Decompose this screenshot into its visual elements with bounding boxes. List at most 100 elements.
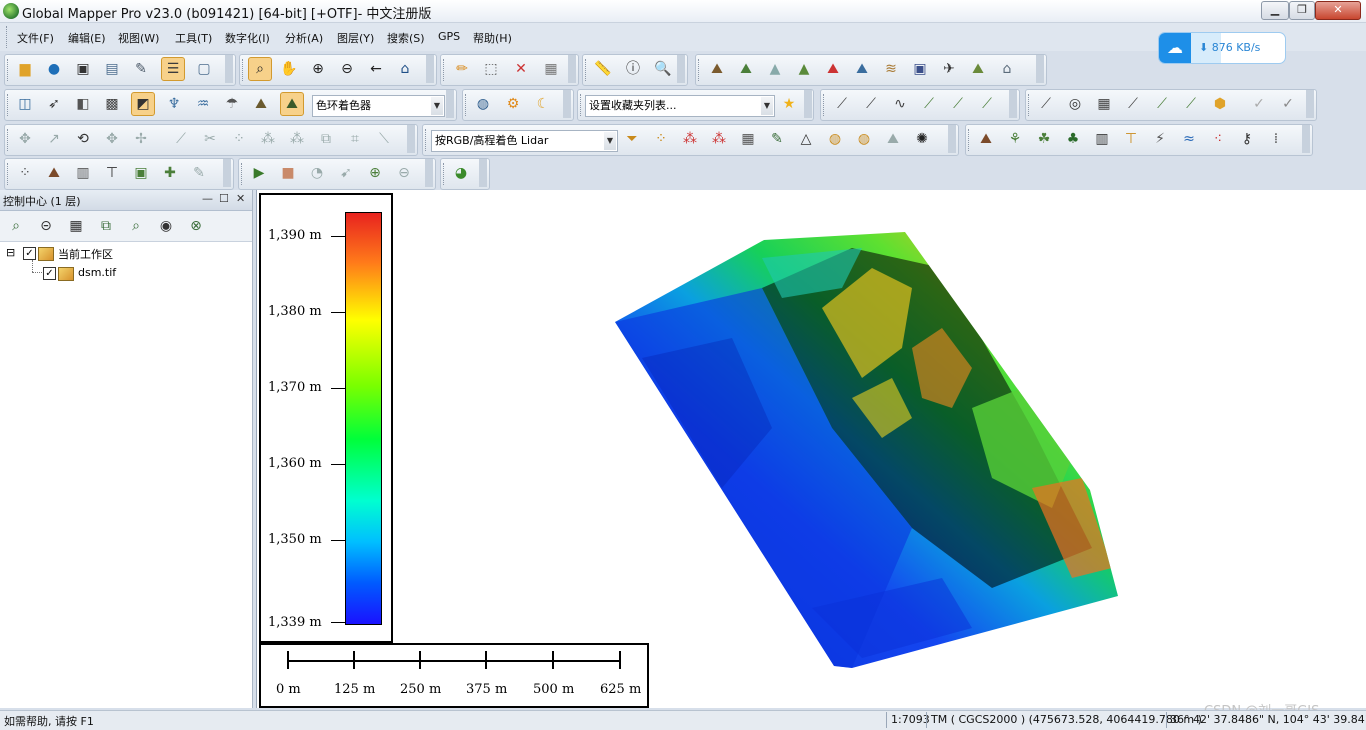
copy-icon[interactable]: ⧉ (315, 128, 337, 150)
triangle-icon[interactable]: △ (795, 128, 817, 150)
light-source-icon[interactable]: ☂ (221, 93, 243, 115)
open-folder-icon[interactable]: ▆ (14, 58, 36, 80)
move-vertex-icon[interactable]: ✥ (101, 128, 123, 150)
menu-tools[interactable]: 工具(T) (175, 30, 212, 46)
puzzle-icon[interactable]: ✚ (159, 162, 181, 184)
layers-toggle-icon[interactable]: ☰ (161, 57, 185, 81)
layer-metadata-icon[interactable]: ⧉ (95, 215, 117, 237)
menu-view[interactable]: 视图(W) (118, 30, 159, 46)
remove-keyframe-icon[interactable]: ⊖ (393, 162, 415, 184)
toolbar-overflow[interactable] (804, 90, 812, 118)
smooth-icon[interactable]: ⟋ (1180, 93, 1202, 115)
lidar-feature-icon[interactable]: ⛰ (882, 128, 904, 150)
filter-funnel-icon[interactable]: ⏷ (621, 128, 643, 150)
toolbar-overflow[interactable] (563, 90, 571, 118)
feature-info-icon[interactable]: 🔍 (652, 58, 674, 80)
flight-path-icon[interactable]: ✈ (938, 58, 960, 80)
toolbar-overflow[interactable] (425, 159, 433, 187)
simplify-icon[interactable]: ⟋ (1151, 93, 1173, 115)
home-icon[interactable]: ⌂ (394, 58, 416, 80)
draw-line-icon[interactable]: ⟋ (831, 93, 853, 115)
save-icon[interactable]: ▣ (72, 58, 94, 80)
menu-help[interactable]: 帮助(H) (473, 30, 512, 46)
add-keyframe-icon[interactable]: ⊕ (364, 162, 386, 184)
maximize-button[interactable]: ❐ (1289, 1, 1315, 20)
favorite-star-icon[interactable]: ★ (778, 93, 800, 115)
favorites-select[interactable]: 设置收藏夹列表... ▼ (585, 95, 775, 117)
elevation-query-icon[interactable]: ⌂ (996, 58, 1018, 80)
low-vegetation-icon[interactable]: ⚘ (1004, 128, 1026, 150)
pencil-icon[interactable]: ✏ (451, 58, 473, 80)
close-panel-button[interactable]: ✕ (236, 192, 245, 205)
eye-icon[interactable]: ◉ (155, 215, 177, 237)
attribute-table-icon[interactable]: ▦ (65, 215, 87, 237)
lidar-grid-icon[interactable]: ▦ (737, 128, 759, 150)
remove-layer-icon[interactable]: ⊗ (185, 215, 207, 237)
volume-icon[interactable]: ▲ (764, 58, 786, 80)
split-line-icon[interactable]: ⟋ (976, 93, 998, 115)
cut-fill-icon[interactable]: ≋ (880, 58, 902, 80)
close-window-button[interactable]: ✕ (1315, 1, 1361, 20)
lidar-points-icon[interactable]: ⁘ (650, 128, 672, 150)
menu-file[interactable]: 文件(F) (17, 30, 54, 46)
export-icon[interactable]: ▤ (101, 58, 123, 80)
lidar-classify-icon[interactable]: ◍ (824, 128, 846, 150)
join-icon[interactable]: ⁂ (286, 128, 308, 150)
float-panel-button[interactable]: ☐ (219, 192, 229, 205)
select-rectangle-icon[interactable]: ⬚ (480, 58, 502, 80)
toolbar-overflow[interactable] (1306, 90, 1314, 118)
lidar-color-icon[interactable]: ◍ (853, 128, 875, 150)
ground-class-icon[interactable]: ⛰ (975, 128, 997, 150)
terrain-paint-icon[interactable]: ▣ (909, 58, 931, 80)
extract-area-icon[interactable]: ▣ (130, 162, 152, 184)
terrain-profile-icon[interactable]: ⛰ (706, 58, 728, 80)
ruler-icon[interactable]: ⟍ (373, 128, 395, 150)
split-view-icon[interactable]: ◫ (14, 93, 36, 115)
zoom-to-layer-icon[interactable]: ⌕ (5, 215, 27, 237)
info-icon[interactable]: ⓘ (622, 58, 644, 80)
point-cloud-icon[interactable]: ⁘ (228, 128, 250, 150)
zoom-out-icon[interactable]: ⊖ (336, 58, 358, 80)
noise-class-icon[interactable]: ⁖ (1207, 128, 1229, 150)
menu-analysis[interactable]: 分析(A) (285, 30, 323, 46)
tree-expander-icon[interactable]: ⊟ (6, 246, 15, 259)
elevation-shader-icon[interactable]: ⛰ (280, 92, 304, 116)
lidar-search-icon[interactable]: ⁂ (679, 128, 701, 150)
line-vertex-icon[interactable]: ⟋ (170, 128, 192, 150)
hillshade-icon[interactable]: ⛰ (250, 93, 272, 115)
toolbar-overflow[interactable] (1302, 125, 1310, 153)
play-icon[interactable]: ▶ (248, 162, 270, 184)
extract-poles-icon[interactable]: ⊤ (101, 162, 123, 184)
line-of-sight-icon[interactable]: ⛰ (851, 58, 873, 80)
toolbar-overflow[interactable] (677, 55, 685, 83)
water-class-icon[interactable]: ≈ (1178, 128, 1200, 150)
overview-icon[interactable]: ▢ (193, 58, 215, 80)
night-mode-icon[interactable]: ☾ (532, 93, 554, 115)
extract-points-icon[interactable]: ⁘ (14, 162, 36, 184)
draw-curve-icon[interactable]: ∿ (889, 93, 911, 115)
checkmark-icon[interactable]: ✓ (1248, 93, 1270, 115)
back-arrow-icon[interactable]: ← (365, 58, 387, 80)
slope-icon[interactable]: ⛰ (967, 58, 989, 80)
map-layout-icon[interactable]: ◕ (450, 162, 472, 184)
3d-view-icon[interactable]: ▩ (101, 93, 123, 115)
insert-vertex-icon[interactable]: ✢ (130, 128, 152, 150)
lidar-edit-icon[interactable]: ✎ (766, 128, 788, 150)
shader-select[interactable]: 色环着色器 ▼ (312, 95, 445, 117)
contour-icon[interactable]: ⛰ (735, 58, 757, 80)
grid-create-icon[interactable]: ▦ (1093, 93, 1115, 115)
toolbar-overflow[interactable] (1009, 90, 1017, 118)
measure-ruler-icon[interactable]: 📏 (592, 58, 614, 80)
water-level-icon[interactable]: ♆ (163, 93, 185, 115)
path-profile-icon[interactable]: ⟋ (1035, 93, 1057, 115)
compare-icon[interactable]: ◧ (72, 93, 94, 115)
globe-icon[interactable]: ● (43, 58, 65, 80)
tree-icon[interactable]: ♣ (1062, 128, 1084, 150)
rotate-icon[interactable]: ↗ (43, 128, 65, 150)
extract-edit-icon[interactable]: ✎ (188, 162, 210, 184)
watershed-icon[interactable]: ▲ (793, 58, 815, 80)
online-data-globe-icon[interactable]: ◍ (472, 93, 494, 115)
toolbar-overflow[interactable] (407, 125, 415, 153)
menu-digitize[interactable]: 数字化(I) (225, 30, 270, 46)
chevron-down-icon[interactable]: ▼ (604, 132, 616, 150)
